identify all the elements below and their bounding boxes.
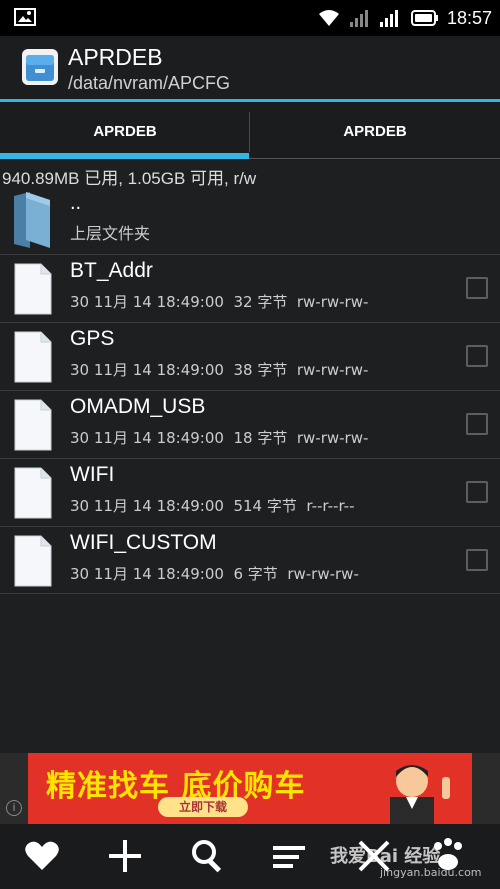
parent-folder-name: .. [70,192,82,214]
file-icon [14,263,52,315]
file-row[interactable]: WIFI_CUSTOM 30 11月 14 18:49:00 6 字节 rw-r… [0,526,500,594]
image-icon [14,8,36,26]
watermark-url: jingyan.baidu.com [380,866,482,879]
tab-active-indicator [0,153,249,159]
file-meta: 30 11月 14 18:49:00 514 字节 r--r--r-- [70,497,355,515]
app-title: APRDEB [68,44,163,70]
signal-icon [349,10,368,27]
file-meta: 30 11月 14 18:49:00 18 字节 rw-rw-rw- [70,429,369,447]
list-divider [0,593,500,594]
file-icon [14,535,52,587]
tab-bar: APRDEB APRDEB [0,102,500,160]
clock: 18:57 [446,7,492,28]
select-checkbox[interactable] [466,549,488,571]
select-checkbox[interactable] [466,345,488,367]
file-row[interactable]: WIFI 30 11月 14 18:49:00 514 字节 r--r--r-- [0,458,500,526]
ad-mascot-icon [390,765,450,824]
file-icon [14,467,52,519]
file-meta: 30 11月 14 18:49:00 38 字节 rw-rw-rw- [70,361,369,379]
wifi-icon [318,10,339,26]
battery-icon [410,10,438,26]
file-icon [14,331,52,383]
watermark-text: 我爱Bai 经验 [330,846,441,867]
file-name: OMADM_USB [70,395,206,418]
select-checkbox[interactable] [466,481,488,503]
ad-download-button[interactable]: 立即下载 [158,797,248,817]
tab-aprdeb-right[interactable]: APRDEB [250,102,500,160]
tab-aprdeb-left[interactable]: APRDEB [0,102,250,160]
status-bar: 18:57 [0,0,500,36]
signal-icon [379,10,398,27]
current-path: /data/nvram/APCFG [68,73,231,93]
file-meta: 30 11月 14 18:49:00 32 字节 rw-rw-rw- [70,293,369,311]
file-name: BT_Addr [70,259,153,282]
ad-info-icon[interactable]: i [6,800,22,816]
plus-icon[interactable] [103,834,147,878]
select-checkbox[interactable] [466,277,488,299]
select-checkbox[interactable] [466,413,488,435]
file-cabinet-icon[interactable] [20,47,60,87]
file-row[interactable]: GPS 30 11月 14 18:49:00 38 字节 rw-rw-rw- [0,322,500,390]
file-row[interactable]: BT_Addr 30 11月 14 18:49:00 32 字节 rw-rw-r… [0,254,500,322]
file-name: GPS [70,327,115,350]
file-row[interactable]: OMADM_USB 30 11月 14 18:49:00 18 字节 rw-rw… [0,390,500,458]
sort-icon[interactable] [269,834,313,878]
tab-divider [249,112,250,152]
file-icon [14,399,52,451]
folder-icon [14,192,50,248]
search-icon[interactable] [186,834,230,878]
heart-icon[interactable] [20,834,64,878]
file-meta: 30 11月 14 18:49:00 6 字节 rw-rw-rw- [70,565,359,583]
parent-folder-label: 上层文件夹 [70,224,151,243]
file-name: WIFI_CUSTOM [70,531,217,554]
file-name: WIFI [70,463,115,486]
ad-banner[interactable]: 精准找车 底价购车 立即下载 [28,753,472,824]
